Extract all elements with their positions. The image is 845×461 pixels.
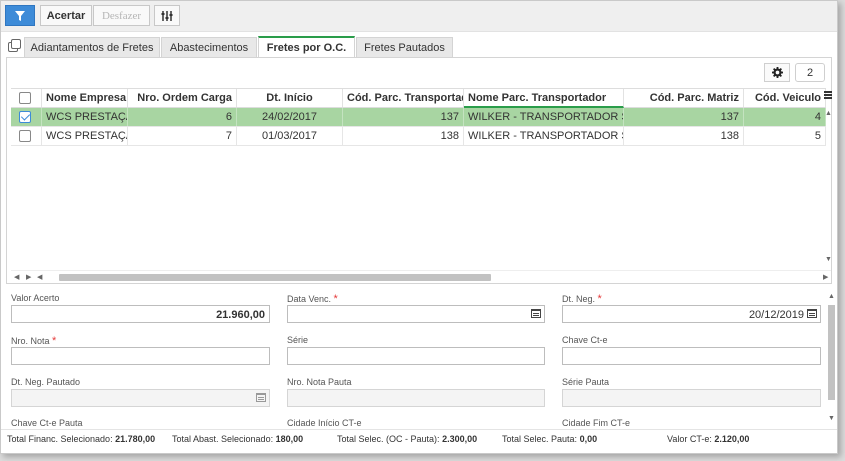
cell-nome-empresa: WCS PRESTAÇÃO [42,108,128,126]
serie-field[interactable] [287,347,545,365]
required-mark: * [597,293,602,305]
scroll-right-step-icon[interactable]: ▶ [26,273,31,281]
nro-nota-pauta-field [287,389,545,407]
table-row[interactable]: WCS PRESTAÇÃO 7 01/03/2017 138 WILKER - … [11,127,826,146]
dt-neg-value: 20/12/2019 [748,309,804,321]
cell-cod-veiculo: 5 [744,127,826,145]
row-checkbox[interactable] [19,130,31,142]
chave-cte-label: Chave Ct-e [562,335,608,345]
total-abast: Total Abast. Selecionado: 180,00 [172,434,304,444]
table-row[interactable]: WCS PRESTAÇÃO 6 24/02/2017 137 WILKER - … [11,108,826,127]
cell-cod-parc-matriz: 138 [624,127,744,145]
data-venc-field[interactable] [287,305,545,323]
col-nome-empresa[interactable]: Nome Empresa [42,89,128,107]
row-select-cell[interactable] [11,127,42,145]
scroll-left-arrow-icon[interactable]: ◀ [37,273,42,281]
serie-pauta-label: Série Pauta [562,377,610,387]
totals-bar: Total Financ. Selecionado: 21.780,00 Tot… [1,429,837,449]
required-mark: * [333,293,338,305]
scroll-up-arrow-icon[interactable]: ▲ [825,110,832,117]
tab-fretes-pautados[interactable]: Fretes Pautados [356,37,453,58]
total-pauta: Total Selec. Pauta: 0,00 [502,434,598,444]
cell-cod-parc-transportador: 137 [343,108,464,126]
serie-pauta-field [562,389,821,407]
scroll-down-arrow-icon[interactable]: ▼ [825,256,832,263]
scroll-up-arrow-icon[interactable]: ▲ [828,293,835,300]
grid-header: Nome Empresa Nro. Ordem Carga Dt. Início… [11,88,826,108]
tab-adiantamentos[interactable]: Adiantamentos de Fretes [24,37,160,58]
selected-count: 2 [795,63,825,82]
tab-abastecimentos[interactable]: Abastecimentos [161,37,257,58]
form-scroll-thumb[interactable] [828,305,835,400]
cell-dt-inicio: 01/03/2017 [237,127,343,145]
cell-nro-ordem-carga: 6 [128,108,237,126]
calendar-icon[interactable] [807,309,817,318]
grid-settings-button[interactable] [764,63,790,82]
desfazer-button[interactable]: Desfazer [93,5,150,26]
valor-acerto-value: 21.960,00 [216,309,265,321]
col-nro-ordem-carga[interactable]: Nro. Ordem Carga [128,89,237,107]
nro-nota-label: Nro. Nota * [11,335,57,347]
horizontal-scroll-thumb[interactable] [59,274,491,281]
row-checkbox[interactable] [19,111,31,123]
cidade-fim-label: Cidade Fim CT-e [562,418,631,427]
dt-neg-pautado-label: Dt. Neg. Pautado [11,377,81,387]
chave-cte-pauta-label: Chave Ct-e Pauta [11,418,83,427]
col-dt-inicio[interactable]: Dt. Início [237,89,343,107]
nro-nota-pauta-label: Nro. Nota Pauta [287,377,352,387]
valor-acerto-field[interactable]: 21.960,00 [11,305,270,323]
select-all-checkbox[interactable] [19,92,31,104]
col-cod-parc-matriz[interactable]: Cód. Parc. Matriz [624,89,744,107]
chave-cte-field[interactable] [562,347,821,365]
cell-dt-inicio: 24/02/2017 [237,108,343,126]
acerto-form: Valor Acerto 21.960,00 Data Venc. * Dt. … [6,287,826,427]
total-oc-pauta: Total Selec. (OC - Pauta): 2.300,00 [337,434,478,444]
filter-button[interactable] [5,5,35,26]
sliders-icon [161,10,173,21]
grid-vertical-scrollbar[interactable]: ▲ ▼ [824,108,832,268]
cell-cod-parc-matriz: 137 [624,108,744,126]
scroll-left-end-icon[interactable]: ◀ [14,273,19,281]
calendar-icon [256,393,266,402]
grid-horizontal-scrollbar[interactable]: ◀ ▶ ◀ ▶ [11,270,831,282]
select-all-cell[interactable] [11,89,42,107]
valor-acerto-label: Valor Acerto [11,293,60,303]
column-settings-button[interactable] [154,5,180,26]
filter-icon [15,10,25,21]
cell-nro-ordem-carga: 7 [128,127,237,145]
row-select-cell[interactable] [11,108,42,126]
nro-nota-field[interactable] [11,347,270,365]
cell-nome-parc-transportador: WILKER - TRANSPORTADOR SFRAN [464,108,624,126]
toolbar: Acertar Desfazer [1,1,837,32]
form-vertical-scrollbar[interactable]: ▲ ▼ [827,293,836,425]
tab-fretes-oc[interactable]: Fretes por O.C. [258,36,355,58]
app-window: Acertar Desfazer Adiantamentos de Fretes… [0,0,838,454]
data-venc-label: Data Venc. * [287,293,338,305]
dt-neg-field[interactable]: 20/12/2019 [562,305,821,323]
cidade-inicio-label: Cidade Início CT-e [287,418,362,427]
acertar-button[interactable]: Acertar [40,5,92,26]
scroll-right-arrow-icon[interactable]: ▶ [823,273,828,281]
serie-label: Série [287,335,309,345]
cell-nome-parc-transportador: WILKER - TRANSPORTADOR SFRAN [464,127,624,145]
column-menu-icon[interactable] [824,91,832,99]
col-cod-veiculo[interactable]: Cód. Veiculo [744,89,826,107]
valor-cte: Valor CT-e: 2.120,00 [667,434,750,444]
calendar-icon[interactable] [531,309,541,318]
cell-nome-empresa: WCS PRESTAÇÃO [42,127,128,145]
grid-panel: 2 Nome Empresa Nro. Ordem Carga Dt. Iníc… [6,57,832,284]
total-financ: Total Financ. Selecionado: 21.780,00 [7,434,156,444]
cell-cod-parc-transportador: 138 [343,127,464,145]
cell-cod-veiculo: 4 [744,108,826,126]
restore-icon[interactable] [8,39,21,52]
col-nome-parc-transportador[interactable]: Nome Parc. Transportador [464,89,624,108]
dt-neg-label: Dt. Neg. * [562,293,602,305]
scroll-down-arrow-icon[interactable]: ▼ [828,415,835,422]
col-cod-parc-transportador[interactable]: Cód. Parc. Transportador [343,89,464,107]
required-mark: * [52,335,57,347]
dt-neg-pautado-field [11,389,270,407]
gear-icon [771,67,783,78]
